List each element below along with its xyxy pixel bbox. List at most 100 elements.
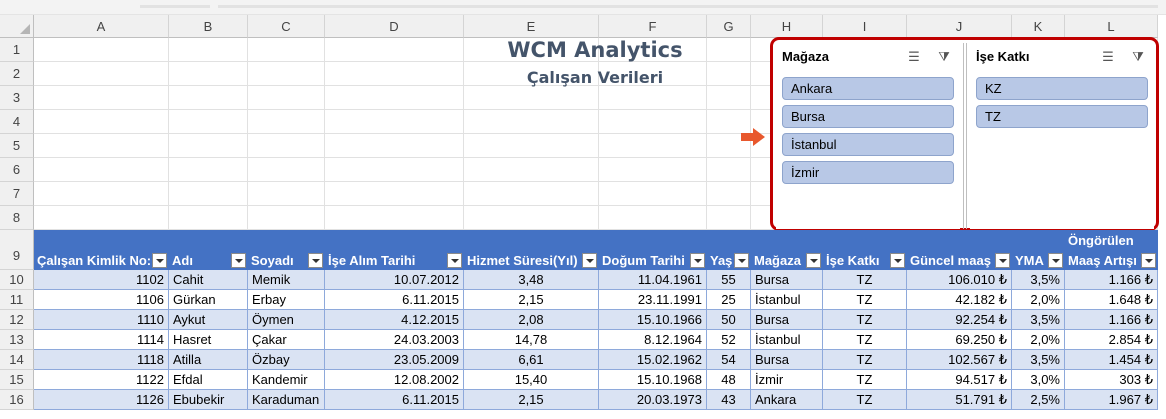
table-cell[interactable]: 1122 [34,370,169,390]
column-header[interactable]: E [464,15,599,38]
column-header[interactable]: B [169,15,248,38]
table-cell[interactable]: 1.967 ₺ [1065,390,1158,410]
table-cell[interactable]: 1102 [34,270,169,290]
clear-filter-icon[interactable]: ⧩ [936,49,952,65]
multi-select-icon[interactable]: ☰ [906,49,922,65]
table-cell[interactable]: 1114 [34,330,169,350]
table-cell[interactable]: Aykut [169,310,248,330]
row-header[interactable]: 9 [0,230,34,270]
table-cell[interactable]: İstanbul [751,290,823,310]
table-cell[interactable]: 2.854 ₺ [1065,330,1158,350]
row-header[interactable]: 12 [0,310,34,330]
table-header-cell[interactable]: YMA [1012,230,1065,270]
row-header[interactable]: 16 [0,390,34,410]
table-cell[interactable]: TZ [823,390,907,410]
table-cell[interactable]: 102.567 ₺ [907,350,1012,370]
column-header[interactable]: H [751,15,823,38]
filter-dropdown-icon[interactable] [582,253,597,268]
table-cell[interactable]: 6.11.2015 [325,390,464,410]
table-cell[interactable]: Bursa [751,270,823,290]
table-cell[interactable]: 23.11.1991 [599,290,707,310]
table-cell[interactable]: 106.010 ₺ [907,270,1012,290]
table-cell[interactable]: Öymen [248,310,325,330]
table-cell[interactable]: 1106 [34,290,169,310]
row-header[interactable]: 7 [0,182,34,206]
slicer-item[interactable]: İzmir [782,161,954,184]
table-cell[interactable]: 303 ₺ [1065,370,1158,390]
table-cell[interactable]: 3,0% [1012,370,1065,390]
table-cell[interactable]: 50 [707,310,751,330]
table-cell[interactable]: Bursa [751,350,823,370]
table-cell[interactable]: 1118 [34,350,169,370]
table-cell[interactable]: 2,5% [1012,390,1065,410]
table-cell[interactable]: 42.182 ₺ [907,290,1012,310]
table-cell[interactable]: 11.04.1961 [599,270,707,290]
table-cell[interactable]: 1.166 ₺ [1065,270,1158,290]
table-header-cell[interactable]: Doğum Tarihi [599,230,707,270]
table-cell[interactable]: Erbay [248,290,325,310]
filter-dropdown-icon[interactable] [734,253,749,268]
table-cell[interactable]: Memik [248,270,325,290]
table-cell[interactable]: 1.648 ₺ [1065,290,1158,310]
table-cell[interactable]: TZ [823,370,907,390]
table-cell[interactable]: 2,08 [464,310,599,330]
table-cell[interactable]: TZ [823,350,907,370]
table-cell[interactable]: 23.05.2009 [325,350,464,370]
filter-dropdown-icon[interactable] [995,253,1010,268]
row-header[interactable]: 1 [0,38,34,62]
slicer-item[interactable]: Bursa [782,105,954,128]
column-header[interactable]: C [248,15,325,38]
row-header[interactable]: 10 [0,270,34,290]
table-header-cell[interactable]: Yaş [707,230,751,270]
table-cell[interactable]: 2,15 [464,390,599,410]
table-cell[interactable]: 3,5% [1012,270,1065,290]
select-all-corner[interactable] [0,15,34,38]
column-header[interactable]: K [1012,15,1065,38]
filter-dropdown-icon[interactable] [806,253,821,268]
table-cell[interactable]: Hasret [169,330,248,350]
table-cell[interactable]: 94.517 ₺ [907,370,1012,390]
table-cell[interactable]: 54 [707,350,751,370]
row-header[interactable]: 4 [0,110,34,134]
table-cell[interactable]: Efdal [169,370,248,390]
table-cell[interactable]: 43 [707,390,751,410]
filter-dropdown-icon[interactable] [152,253,167,268]
table-cell[interactable]: 55 [707,270,751,290]
table-cell[interactable]: TZ [823,270,907,290]
slicer-ise-katki[interactable]: İşe Katkı ☰ ⧩ KZ TZ [970,43,1154,229]
row-header[interactable]: 14 [0,350,34,370]
table-header-cell[interactable]: İşe Katkı [823,230,907,270]
table-cell[interactable]: 15.10.1968 [599,370,707,390]
table-header-cell[interactable]: Hizmet Süresi(Yıl) [464,230,599,270]
slicer-item[interactable]: KZ [976,77,1148,100]
table-cell[interactable]: 20.03.1973 [599,390,707,410]
filter-dropdown-icon[interactable] [690,253,705,268]
table-cell[interactable]: 2,0% [1012,330,1065,350]
slicer-item[interactable]: İstanbul [782,133,954,156]
table-header-cell[interactable]: İşe Alım Tarihi [325,230,464,270]
row-header[interactable]: 13 [0,330,34,350]
table-cell[interactable]: 1.166 ₺ [1065,310,1158,330]
row-header[interactable]: 6 [0,158,34,182]
table-cell[interactable]: 6,61 [464,350,599,370]
table-cell[interactable]: 1126 [34,390,169,410]
table-cell[interactable]: Karaduman [248,390,325,410]
slicer-item[interactable]: Ankara [782,77,954,100]
table-cell[interactable]: Kandemir [248,370,325,390]
table-cell[interactable]: 24.03.2003 [325,330,464,350]
table-header-cell[interactable]: Öngörülen Maaş Artışı [1065,230,1158,270]
table-cell[interactable]: Bursa [751,310,823,330]
table-cell[interactable]: 14,78 [464,330,599,350]
row-header[interactable]: 8 [0,206,34,230]
table-cell[interactable]: 69.250 ₺ [907,330,1012,350]
row-header[interactable]: 3 [0,86,34,110]
table-cell[interactable]: 2,15 [464,290,599,310]
column-header[interactable]: I [823,15,907,38]
table-cell[interactable]: 52 [707,330,751,350]
slicer-magaza[interactable]: Mağaza ☰ ⧩ Ankara Bursa İstanbul İzmir [776,43,960,229]
clear-filter-icon[interactable]: ⧩ [1130,49,1146,65]
table-cell[interactable]: 15.02.1962 [599,350,707,370]
column-header[interactable]: A [34,15,169,38]
filter-dropdown-icon[interactable] [308,253,323,268]
row-header[interactable]: 15 [0,370,34,390]
